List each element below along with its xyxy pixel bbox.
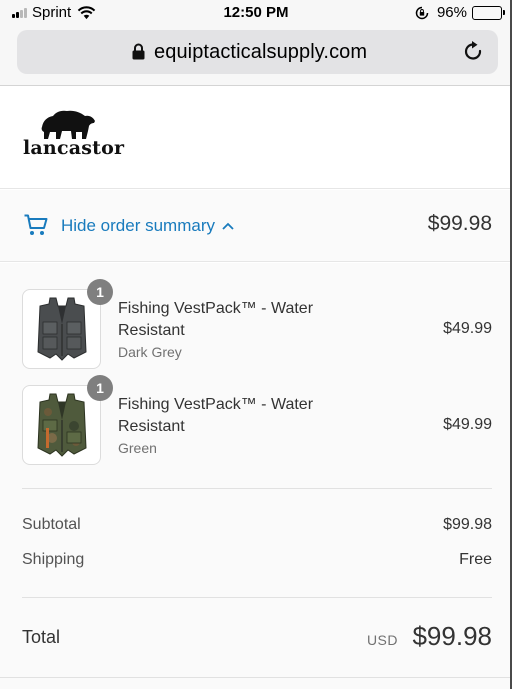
divider [22, 488, 492, 489]
subtotal-value: $99.98 [443, 516, 492, 533]
status-bar: Sprint 12:50 PM 96% [0, 0, 512, 26]
line-item: 1 Fishing VestPack™ - Water Resistant Da… [22, 279, 492, 369]
total-label: Total [22, 627, 61, 647]
url-text[interactable]: equiptacticalsupply.com [154, 41, 367, 64]
total-row: Total USD $99.98 [22, 621, 492, 655]
total-currency: USD [366, 632, 398, 648]
reload-icon[interactable] [464, 41, 484, 63]
vest-image [37, 393, 87, 457]
chevron-up-icon [222, 222, 234, 230]
divider [22, 597, 492, 598]
product-price: $49.99 [443, 416, 492, 433]
shipping-value: Free [459, 551, 492, 568]
battery-icon [472, 5, 505, 20]
vest-image [37, 297, 87, 361]
shipping-row: Shipping Free [22, 551, 492, 573]
product-price: $49.99 [443, 320, 492, 337]
hide-order-summary-text: Hide order summary [61, 216, 215, 235]
cart-icon [24, 214, 48, 235]
shipping-label: Shipping [22, 551, 85, 568]
subtotal-label: Subtotal [22, 516, 81, 533]
toggle-total-price: $99.98 [427, 212, 492, 235]
order-summary-toggle[interactable]: Hide order summary $99.98 [0, 190, 512, 262]
product-name: Fishing VestPack™ - Water Resistant [118, 300, 314, 339]
product-variant: Green [118, 440, 157, 456]
quantity-badge: 1 [87, 375, 113, 401]
battery-percent: 96% [436, 4, 467, 21]
quantity-badge: 1 [87, 279, 113, 305]
status-right: 96% [415, 4, 505, 21]
store-header: lancastor [0, 87, 512, 189]
total-amount: $99.98 [412, 621, 492, 651]
browser-toolbar: equiptacticalsupply.com [0, 26, 512, 86]
product-variant: Dark Grey [118, 344, 182, 360]
product-thumbnail: 1 [22, 375, 113, 465]
subtotal-row: Subtotal $99.98 [22, 516, 492, 538]
orientation-lock-icon [415, 6, 429, 19]
order-summary: 1 Fishing VestPack™ - Water Resistant Da… [0, 263, 512, 689]
lock-icon [132, 43, 145, 60]
product-thumbnail: 1 [22, 279, 113, 369]
brand-logo-text[interactable]: lancastor [23, 137, 124, 159]
divider [0, 677, 512, 678]
address-bar[interactable]: equiptacticalsupply.com [17, 30, 498, 74]
line-item: 1 Fishing VestPack™ - Water Resistant Gr… [22, 375, 492, 465]
toggle-label[interactable]: Hide order summary [61, 216, 234, 236]
product-name: Fishing VestPack™ - Water Resistant [118, 396, 314, 435]
